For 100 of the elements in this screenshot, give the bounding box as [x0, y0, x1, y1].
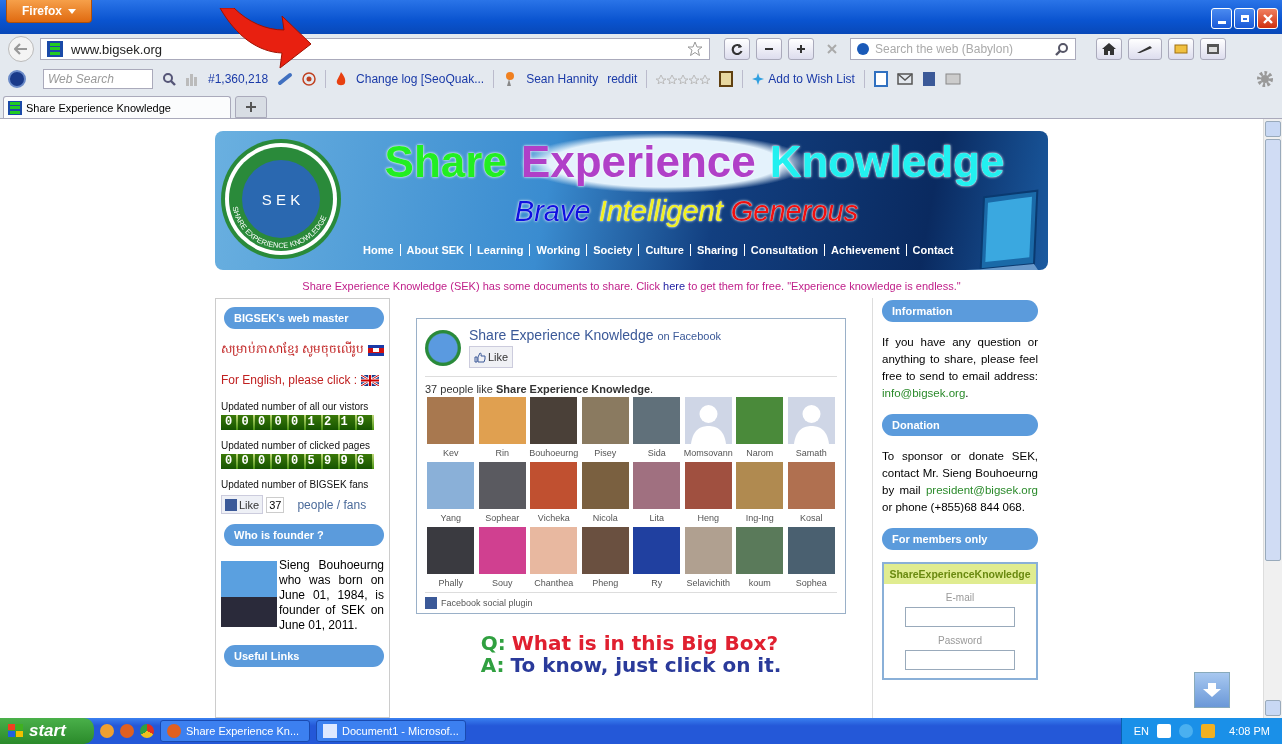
clock: 4:08 PM [1229, 725, 1270, 737]
zoom-out-icon[interactable] [756, 38, 782, 60]
photo-placeholder[interactable] [736, 527, 784, 574]
fan-name[interactable]: Chanthea [534, 578, 574, 588]
like-button[interactable]: Like [469, 346, 514, 368]
new-tab-icon[interactable] [235, 96, 267, 118]
nav-link[interactable]: Society [586, 244, 639, 256]
bookmark-link[interactable]: reddit [607, 72, 638, 86]
photo-placeholder[interactable] [530, 462, 578, 509]
minimize-icon[interactable] [1211, 8, 1232, 29]
fan-name[interactable]: Selavichith [686, 578, 730, 588]
flag-icon[interactable] [361, 374, 380, 386]
fan-name[interactable]: Kosal [800, 513, 823, 523]
khmer-language-link[interactable]: សម្រាប់ភាសាខ្មែរ សូមចុចលើរូប [221, 341, 365, 359]
nav-link[interactable]: Contact [905, 244, 960, 256]
photo-placeholder[interactable] [530, 397, 578, 444]
email-link[interactable]: president@bigsek.org [925, 484, 1038, 496]
fan-name[interactable]: Pheng [592, 578, 619, 588]
back-icon[interactable] [8, 36, 34, 62]
email-input[interactable] [905, 607, 1015, 627]
close-icon[interactable] [1257, 8, 1278, 29]
flag-icon[interactable] [368, 344, 384, 356]
home-icon[interactable] [1096, 38, 1122, 60]
like-button[interactable]: Like [221, 495, 264, 514]
start-button[interactable]: start [0, 718, 94, 744]
rating-stars-icon[interactable] [656, 74, 711, 84]
on-facebook-text: on Facebook [657, 330, 722, 342]
fan-name[interactable]: Kev [443, 448, 459, 458]
globe-logo-icon [425, 330, 461, 366]
fan-name[interactable]: Ry [651, 578, 663, 588]
nav-link[interactable]: Achievement [824, 244, 906, 256]
pen-icon[interactable] [1128, 38, 1162, 60]
question-text: What is in this Big Box? [511, 632, 779, 654]
fan-name[interactable]: Sophea [795, 578, 827, 588]
photo-placeholder[interactable] [478, 462, 526, 509]
window-icon[interactable] [1200, 38, 1226, 60]
rank-link[interactable]: #1,360,218 [208, 72, 269, 86]
browser-icon[interactable] [140, 724, 154, 738]
fan-name[interactable]: Phally [438, 578, 463, 588]
note-icon[interactable] [1168, 38, 1194, 60]
search-icon[interactable] [1055, 42, 1069, 56]
fan-name[interactable]: Bouhoeurng [529, 448, 579, 458]
photo-placeholder[interactable] [633, 527, 681, 574]
scrollbar[interactable] [1263, 119, 1282, 718]
document-icon[interactable] [873, 71, 888, 87]
fan-name[interactable]: Souy [492, 578, 513, 588]
mail-icon[interactable] [896, 73, 913, 85]
fan-name[interactable]: Sida [647, 448, 666, 458]
settings-icon[interactable] [1256, 70, 1274, 88]
search-icon[interactable] [162, 72, 176, 86]
reload-icon[interactable] [724, 38, 750, 60]
fan-name[interactable]: Narom [746, 448, 774, 458]
photo-placeholder[interactable] [581, 462, 629, 509]
fan-name[interactable]: Ing-Ing [745, 513, 774, 523]
bookmark-link[interactable]: Sean Hannity [526, 72, 599, 86]
fan-name[interactable]: Heng [697, 513, 719, 523]
windows-logo-icon [8, 724, 24, 738]
nav-link[interactable]: Working [529, 244, 587, 256]
fan-name[interactable]: Rin [495, 448, 509, 458]
fan-name[interactable]: Samath [795, 448, 827, 458]
chain-link-icon[interactable] [277, 72, 294, 86]
fan-name[interactable]: Lita [649, 513, 664, 523]
search-field[interactable]: Search the web (Babylon) [850, 38, 1076, 60]
photo-placeholder[interactable] [787, 527, 835, 574]
nav-link[interactable]: Culture [638, 244, 690, 256]
fan-name[interactable]: Nicola [592, 513, 618, 523]
address-bar[interactable]: www.bigsek.org [40, 38, 710, 60]
site-icon [8, 100, 22, 115]
browser-tab[interactable]: Share Experience Knowledge [3, 96, 231, 118]
web-search-field[interactable]: Web Search [43, 69, 153, 89]
search-engine-icon [857, 43, 869, 55]
page-name-link[interactable]: Share Experience Knowledge [469, 327, 654, 343]
english-language-link[interactable]: For English, please click : [221, 373, 358, 387]
fan-name[interactable]: Pisey [594, 448, 617, 458]
password-input[interactable] [905, 650, 1015, 670]
bookmark-star-icon[interactable] [687, 41, 703, 57]
photo-placeholder[interactable] [684, 462, 732, 509]
changelog-link[interactable]: Change log [SeoQuak... [356, 72, 485, 86]
wish-list-link[interactable]: Add to Wish List [752, 72, 855, 86]
nav-link[interactable]: Consultation [743, 244, 825, 256]
photo-placeholder[interactable] [633, 397, 681, 444]
zoom-in-icon[interactable] [788, 38, 814, 60]
flame-icon[interactable] [335, 71, 348, 87]
taskbar-button[interactable]: Share Experience Kn... [160, 720, 310, 742]
here-link[interactable]: here [663, 280, 686, 292]
target-icon[interactable] [302, 72, 317, 86]
fan-name[interactable]: koum [748, 578, 771, 588]
scroll-down-icon[interactable] [1194, 672, 1230, 708]
restore-icon[interactable] [1234, 8, 1255, 29]
fan-name[interactable]: Yang [440, 513, 461, 523]
taskbar-button[interactable]: Document1 - Microsof... [316, 720, 466, 742]
toolbar-logo-icon[interactable] [8, 70, 26, 88]
clipboard-icon[interactable] [719, 71, 734, 87]
facebook-icon[interactable] [921, 71, 936, 87]
fan-name[interactable]: Sophear [485, 513, 520, 523]
photo-placeholder[interactable] [581, 527, 629, 574]
photo-placeholder[interactable] [427, 527, 475, 574]
fan-name[interactable]: Vicheka [537, 513, 570, 523]
fan-name[interactable]: Momsovann [683, 448, 733, 458]
nav-link[interactable]: Sharing [689, 244, 744, 256]
